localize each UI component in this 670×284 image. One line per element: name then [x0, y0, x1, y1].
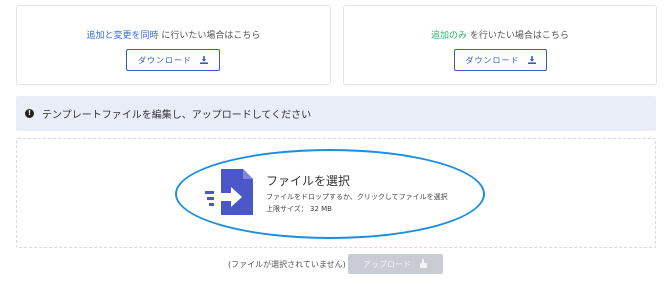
download-template-button[interactable]: ダウンロード	[454, 49, 547, 71]
card-description: 追加と変更を同時 に行いたい場合はこちら	[17, 28, 330, 41]
card-rest-text: を行いたい場合はこちら	[467, 31, 569, 41]
dropzone-size-limit: 上限サイズ： 32 MB	[266, 205, 332, 213]
download-icon	[527, 56, 536, 64]
upload-button-label: アップロード	[363, 259, 411, 269]
info-text: テンプレートファイルを編集し、アップロードしてください	[42, 110, 312, 121]
download-button-label: ダウンロード	[465, 55, 520, 65]
upload-button[interactable]: アップロード	[348, 254, 443, 274]
info-banner: ! テンプレートファイルを編集し、アップロードしてください	[16, 96, 656, 131]
hand-pointer-icon	[420, 259, 427, 268]
file-import-icon	[205, 169, 253, 215]
card-add-and-update: 追加と変更を同時 に行いたい場合はこちら ダウンロード	[16, 5, 331, 85]
dropzone-title[interactable]: ファイルを選択	[266, 172, 350, 189]
card-description: 追加のみ を行いたい場合はこちら	[344, 28, 656, 41]
dropzone-description: ファイルをドロップするか、クリックしてファイルを選択	[266, 193, 448, 201]
download-button-label: ダウンロード	[138, 55, 192, 65]
card-highlight-text: 追加のみ	[431, 31, 468, 41]
card-highlight-text: 追加と変更を同時	[86, 31, 159, 41]
card-rest-text: に行いたい場合はこちら	[158, 31, 261, 41]
file-status-text: (ファイルが選択されていません)	[228, 260, 346, 269]
card-add-only: 追加のみ を行いたい場合はこちら ダウンロード	[343, 5, 657, 85]
download-icon	[200, 56, 208, 64]
download-template-button[interactable]: ダウンロード	[126, 49, 220, 71]
exclamation-circle-icon: !	[25, 109, 34, 118]
